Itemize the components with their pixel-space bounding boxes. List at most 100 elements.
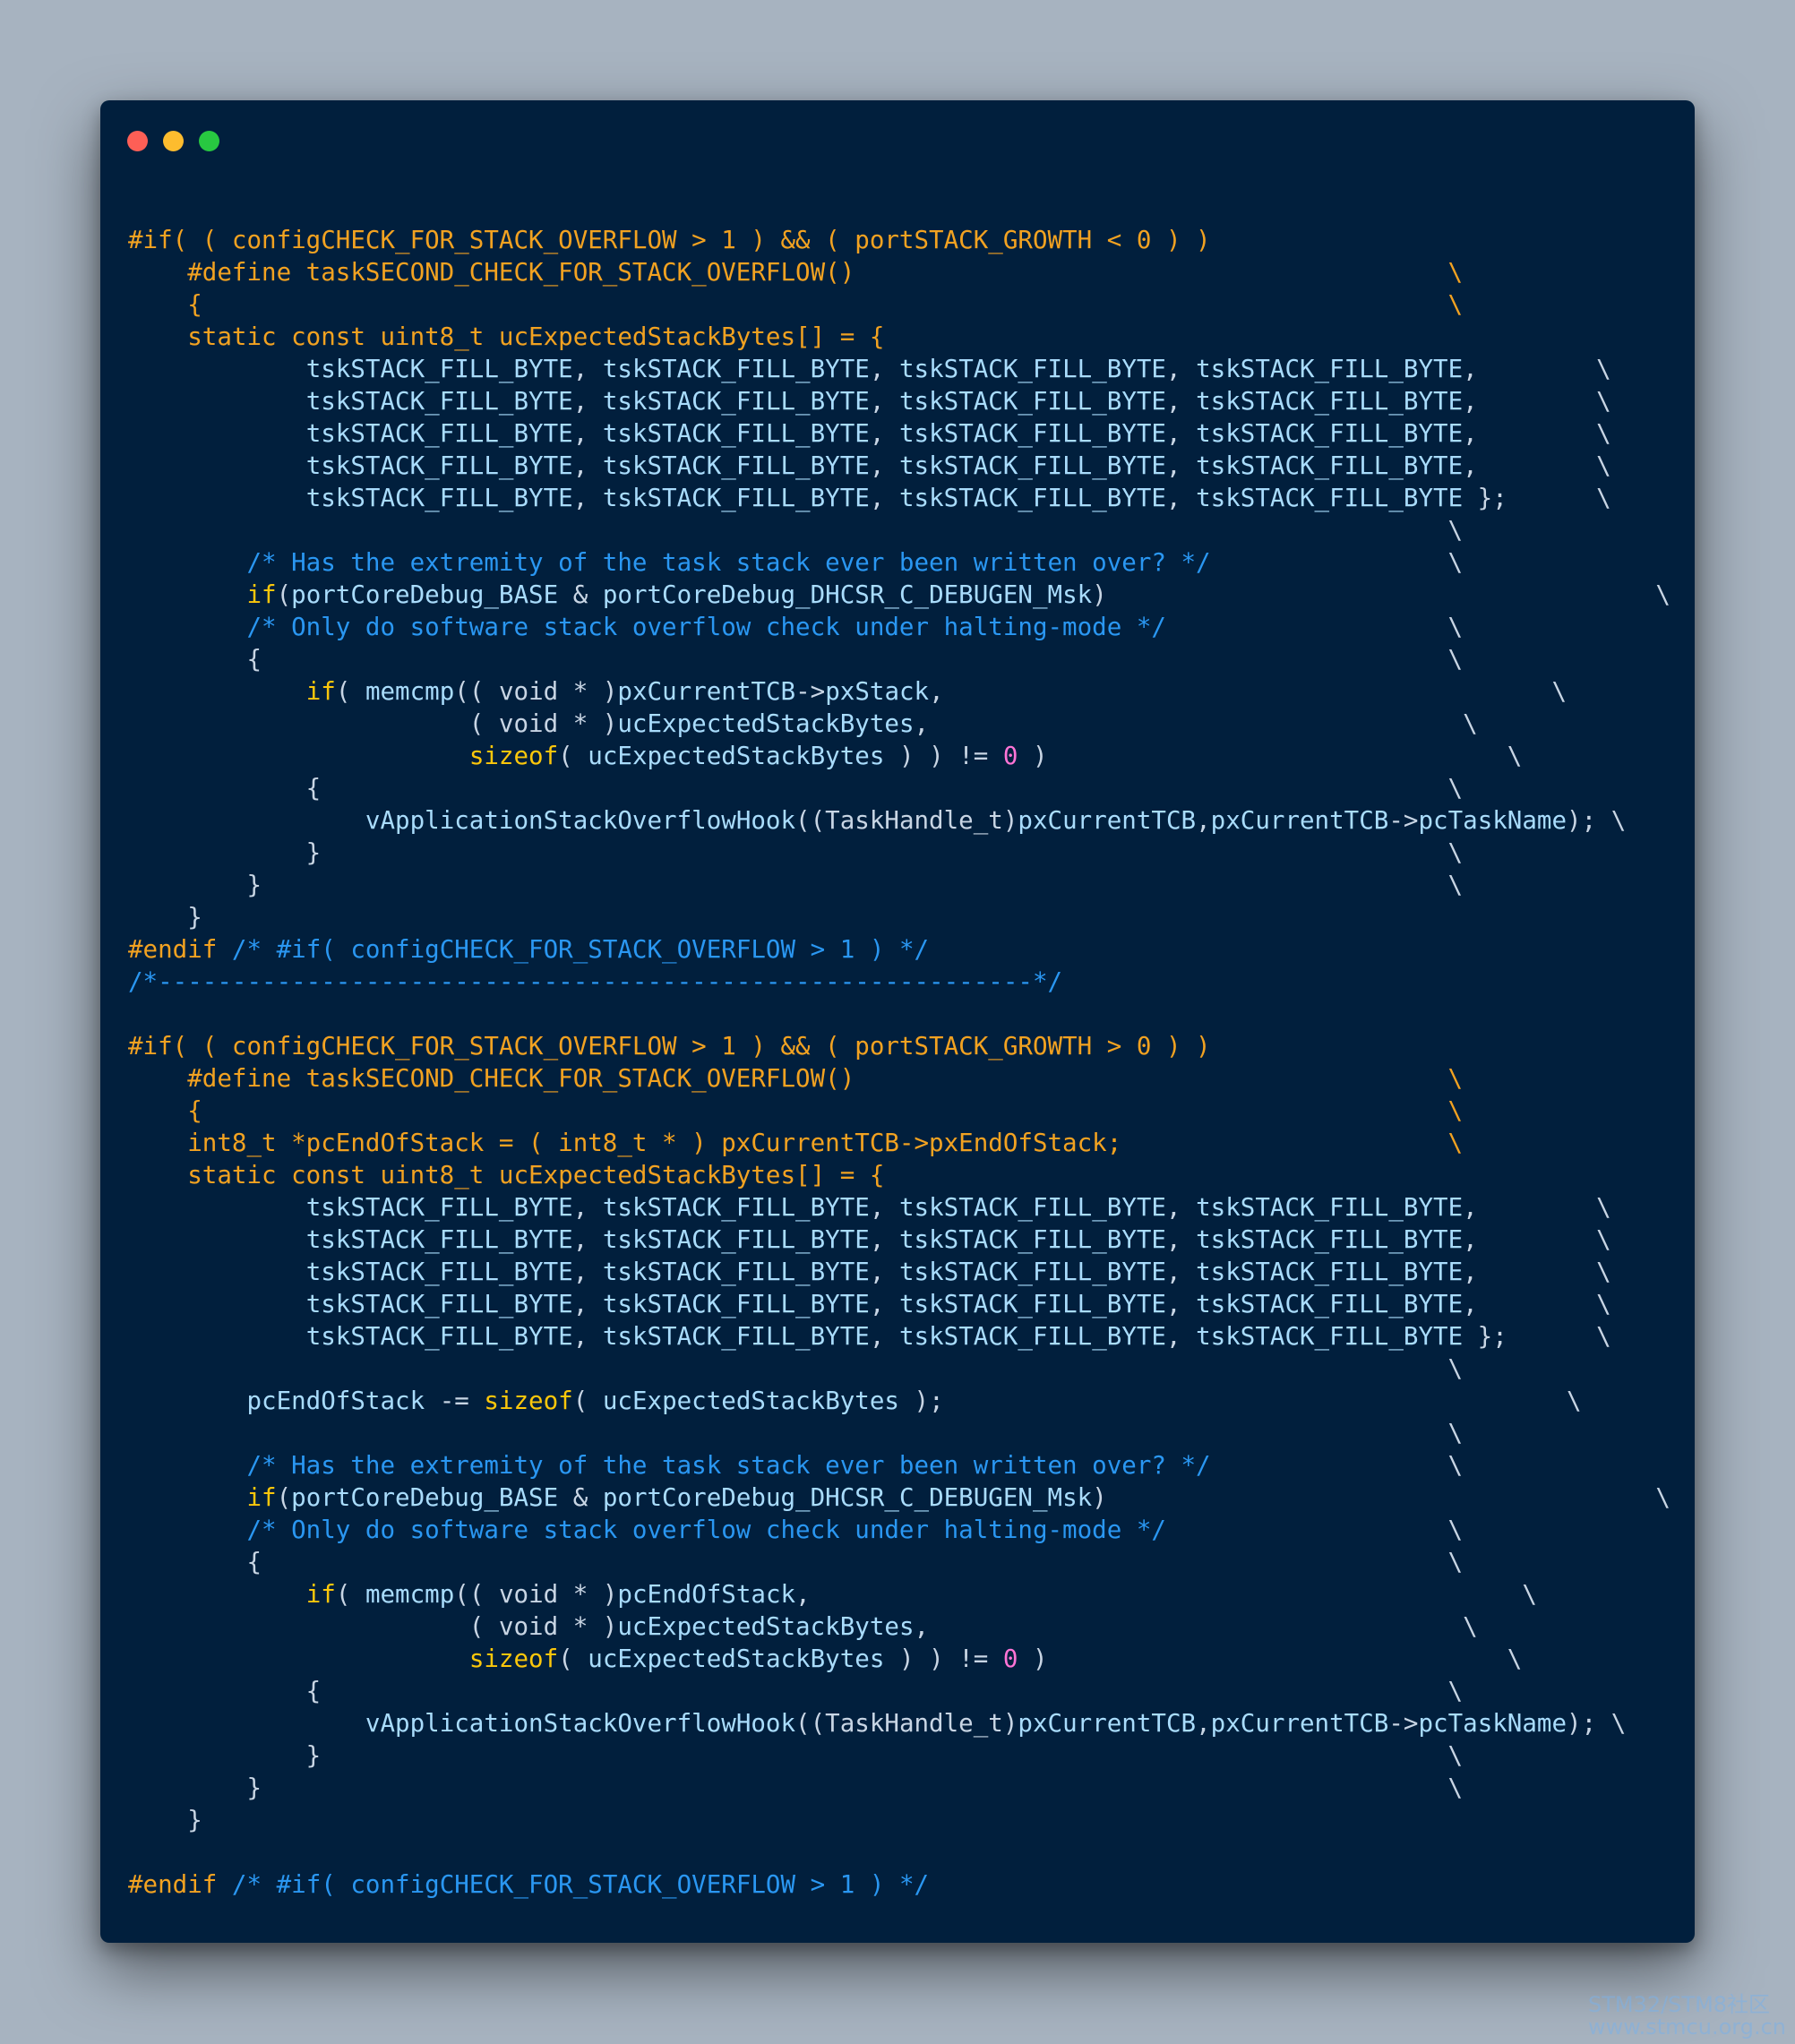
code-token: \ [128,1419,1464,1447]
code-token: -= [425,1387,485,1415]
close-dot[interactable] [127,131,148,151]
code-line: if( memcmp(( void * )pxCurrentTCB->pxSta… [128,675,1670,708]
code-token: , [1165,484,1197,512]
maximize-dot[interactable] [199,131,219,151]
minimize-dot[interactable] [163,131,184,151]
code-token: tskSTACK_FILL_BYTE [898,1290,1166,1318]
code-line: /* Only do software stack overflow check… [128,611,1670,643]
code-line: tskSTACK_FILL_BYTE, tskSTACK_FILL_BYTE, … [128,1224,1670,1256]
code-token: tskSTACK_FILL_BYTE [305,451,573,480]
code-token: }; \ [1463,1322,1611,1351]
code-token: 0 [1002,742,1018,770]
code-line: } \ [128,837,1670,869]
code-token: tskSTACK_FILL_BYTE [305,1322,573,1351]
code-token: } \ [128,871,1464,899]
code-token: tskSTACK_FILL_BYTE [898,451,1166,480]
code-line: tskSTACK_FILL_BYTE, tskSTACK_FILL_BYTE, … [128,1320,1670,1353]
code-token: , [572,387,603,416]
code-token: tskSTACK_FILL_BYTE [1196,387,1464,416]
code-line: pcEndOfStack -= sizeof( ucExpectedStackB… [128,1385,1670,1417]
code-token: { \ [128,1548,1464,1576]
code-token: , [572,1258,603,1286]
code-token: portCoreDebug_BASE [291,580,559,609]
code-token: #endif [128,1870,232,1899]
code-line: tskSTACK_FILL_BYTE, tskSTACK_FILL_BYTE, … [128,1288,1670,1320]
code-token: { \ [128,290,1464,319]
code-token: portCoreDebug_BASE [291,1483,559,1512]
code-token: /* Has the extremity of the task stack e… [128,548,1211,577]
code-token: ) [1092,580,1107,609]
code-token: } \ [128,1773,1464,1802]
code-token: tskSTACK_FILL_BYTE [305,1193,573,1222]
code-token: , [1196,806,1211,835]
code-token: , [869,1290,899,1318]
code-token: pxCurrentTCB [1018,1709,1197,1738]
code-token: /* #if( configCHECK_FOR_STACK_OVERFLOW >… [231,935,930,964]
code-token: tskSTACK_FILL_BYTE [602,484,870,512]
code-line: vApplicationStackOverflowHook((TaskHandl… [128,804,1670,837]
code-token: tskSTACK_FILL_BYTE [1196,451,1464,480]
code-line: \ [128,514,1670,546]
code-line: #if( ( configCHECK_FOR_STACK_OVERFLOW > … [128,224,1670,256]
code-line: } [128,1804,1670,1836]
code-token: int8_t *pcEndOfStack = ( int8_t * ) pxCu… [128,1129,1464,1157]
code-token: } [128,903,202,932]
code-line: /* Has the extremity of the task stack e… [128,1449,1670,1481]
watermark: STM32/STM8社区 www.stmcu.org.cn [1588,1994,1786,2039]
code-token: , [1165,1322,1197,1351]
code-token: , \ [914,1612,1478,1641]
code-token: & [558,580,603,609]
code-token: ( [335,1580,365,1609]
code-token: { \ [128,645,1464,674]
code-token: if [246,1483,277,1512]
code-line: /* Has the extremity of the task stack e… [128,546,1670,579]
code-token: pxCurrentTCB [1210,806,1389,835]
code-token: tskSTACK_FILL_BYTE [602,1258,870,1286]
code-line: } \ [128,1739,1670,1772]
code-token: , [869,355,899,383]
code-token: tskSTACK_FILL_BYTE [898,387,1166,416]
code-line: tskSTACK_FILL_BYTE, tskSTACK_FILL_BYTE, … [128,417,1670,450]
code-token: tskSTACK_FILL_BYTE [602,419,870,448]
code-token: , \ [914,709,1478,738]
code-token: \ [1210,548,1464,577]
code-token: tskSTACK_FILL_BYTE [305,1258,573,1286]
code-line: static const uint8_t ucExpectedStackByte… [128,1159,1670,1191]
code-token: & [558,1483,603,1512]
code-line: #endif /* #if( configCHECK_FOR_STACK_OVE… [128,933,1670,966]
code-token: ); \ [1567,806,1627,835]
code-token: , \ [795,1580,1537,1609]
code-token: \ [1165,613,1464,641]
code-token: tskSTACK_FILL_BYTE [898,1322,1166,1351]
code-token: \ [1165,1516,1464,1544]
code-token: , [572,355,603,383]
code-token: tskSTACK_FILL_BYTE [305,484,573,512]
code-token: tskSTACK_FILL_BYTE [305,355,573,383]
code-line: int8_t *pcEndOfStack = ( int8_t * ) pxCu… [128,1127,1670,1159]
code-line: { \ [128,772,1670,804]
code-token: (( void * ) [454,677,618,706]
code-token: , \ [929,677,1567,706]
code-token: , [572,451,603,480]
code-line: tskSTACK_FILL_BYTE, tskSTACK_FILL_BYTE, … [128,385,1670,417]
code-token: if [305,677,336,706]
code-token: tskSTACK_FILL_BYTE [602,451,870,480]
code-token: } [128,1806,202,1834]
code-token: , [1165,1290,1197,1318]
code-line: ( void * )ucExpectedStackBytes, \ [128,1610,1670,1643]
code-token: pxCurrentTCB [1210,1709,1389,1738]
code-token: { \ [128,1677,1464,1705]
code-token: vApplicationStackOverflowHook [365,1709,796,1738]
code-token: , [1165,1258,1197,1286]
code-line: /* Only do software stack overflow check… [128,1514,1670,1546]
code-token: , [572,419,603,448]
code-line: } \ [128,1772,1670,1804]
code-token: , \ [1463,1225,1611,1254]
code-line: if(portCoreDebug_BASE & portCoreDebug_DH… [128,1481,1670,1514]
code-token: #if( ( configCHECK_FOR_STACK_OVERFLOW > … [128,226,1211,254]
